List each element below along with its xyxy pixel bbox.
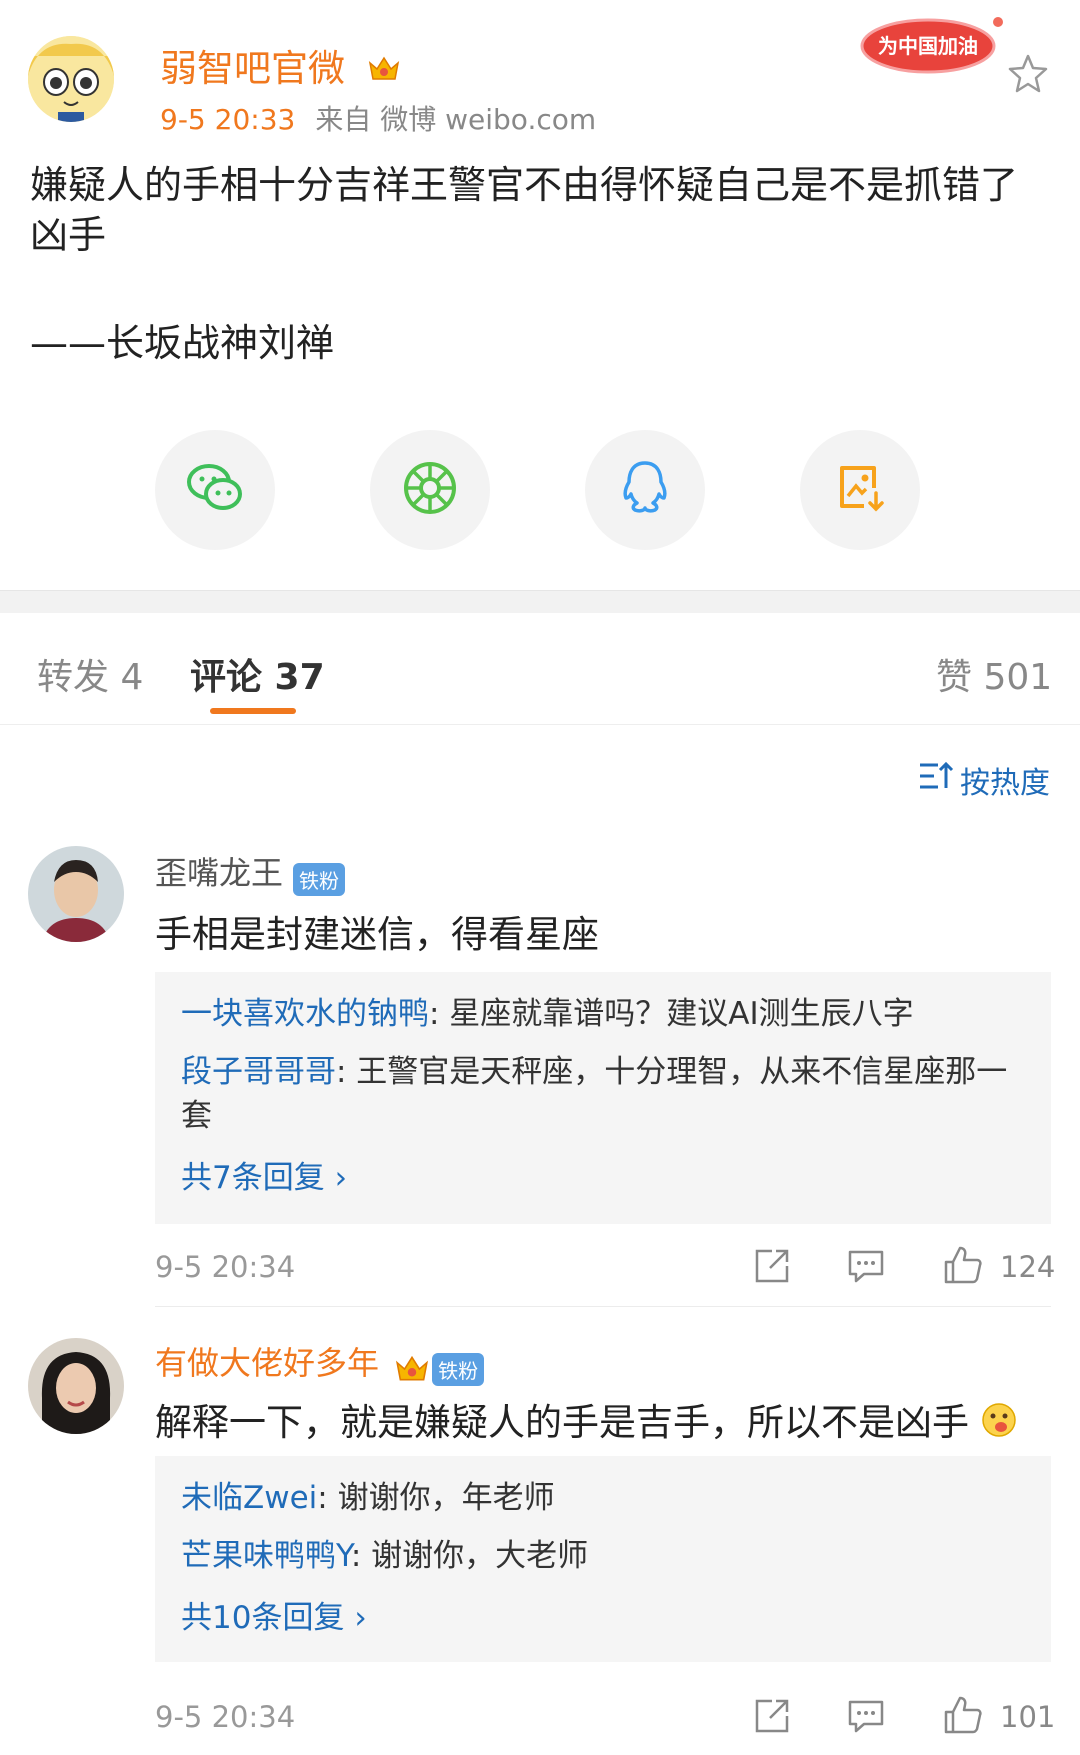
reply-comment-icon[interactable] — [846, 1696, 886, 1736]
sort-label: 按热度 — [960, 766, 1050, 801]
save-image-icon — [834, 462, 886, 518]
comment-author-row: 歪嘴龙王 铁粉 — [155, 848, 346, 896]
sort-by-hot-button[interactable]: 按热度 — [918, 758, 1050, 802]
comment-time: 9-5 20:34 — [155, 1250, 296, 1284]
reply-author-name[interactable]: 未临Zwei — [181, 1480, 317, 1516]
reply-preview-box[interactable]: 未临Zwei: 谢谢你，年老师 芒果味鸭鸭Y: 谢谢你，大老师 共10条回复 › — [155, 1456, 1051, 1662]
comment-text-content: 解释一下，就是嫌疑人的手是吉手，所以不是凶手 — [155, 1401, 969, 1444]
more-replies-label: 共10条回复 — [181, 1600, 345, 1636]
reply-text: : 星座就靠谱吗？建议AI测生辰八字 — [429, 996, 914, 1032]
commenter-avatar[interactable] — [28, 1338, 124, 1434]
like-count: 124 — [1000, 1250, 1056, 1284]
reply-item[interactable]: 未临Zwei: 谢谢你，年老师 — [181, 1476, 1025, 1520]
tabs-divider — [0, 724, 1080, 725]
view-all-replies-link[interactable]: 共10条回复 › — [181, 1592, 1025, 1637]
post-author-name[interactable]: 弱智吧官微 — [160, 38, 401, 92]
comment-text: 手相是封建迷信，得看星座 — [155, 913, 599, 956]
reply-text: : 谢谢你，年老师 — [317, 1480, 555, 1516]
author-name-text[interactable]: 弱智吧官微 — [160, 47, 345, 90]
reply-item[interactable]: 一块喜欢水的钠鸭: 星座就靠谱吗？建议AI测生辰八字 — [181, 992, 1025, 1036]
qq-icon — [620, 460, 670, 520]
active-tab-indicator — [210, 708, 296, 714]
tongue-emoji-icon — [981, 1402, 1017, 1447]
save-image-button[interactable] — [800, 430, 920, 550]
comment-author-name[interactable]: 歪嘴龙王 — [155, 854, 283, 892]
sort-icon — [918, 760, 954, 800]
share-comment-icon[interactable] — [752, 1246, 792, 1286]
tab-like[interactable]: 赞 501 — [936, 648, 1052, 700]
like-thumb-icon[interactable] — [942, 1694, 982, 1734]
commenter-avatar[interactable] — [28, 846, 124, 942]
more-replies-label: 共7条回复 — [181, 1160, 325, 1196]
post-source: 来自 微博 weibo.com — [315, 103, 597, 136]
reply-item[interactable]: 芒果味鸭鸭Y: 谢谢你，大老师 — [181, 1534, 1025, 1578]
comment-author-name[interactable]: 有做大佬好多年 — [155, 1344, 379, 1382]
chevron-right-icon: › — [334, 1160, 347, 1196]
post-text-content: 嫌疑人的手相十分吉祥王警官不由得怀疑自己是不是抓错了凶手 — [30, 163, 1019, 257]
moments-icon — [402, 460, 458, 520]
china-cheer-badge: 为中国加油 — [858, 10, 1013, 80]
reply-comment-icon[interactable] — [846, 1246, 886, 1286]
share-moments-button[interactable] — [370, 430, 490, 550]
wechat-icon — [185, 462, 245, 518]
post-text: 嫌疑人的手相十分吉祥王警官不由得怀疑自己是不是抓错了凶手 — [30, 160, 1040, 260]
comment-text: 解释一下，就是嫌疑人的手是吉手，所以不是凶手 — [155, 1392, 1017, 1447]
comment-divider — [155, 1306, 1051, 1307]
tab-repost[interactable]: 转发 4 — [37, 648, 143, 700]
comment-author-row: 有做大佬好多年 铁粉 — [155, 1338, 485, 1388]
reply-text: : 谢谢你，大老师 — [350, 1538, 589, 1574]
favorite-star-icon[interactable] — [1006, 52, 1050, 96]
author-avatar[interactable] — [28, 36, 114, 122]
reply-author-name[interactable]: 一块喜欢水的钠鸭 — [181, 996, 429, 1032]
like-thumb-icon[interactable] — [942, 1244, 982, 1284]
crown-icon — [394, 1352, 430, 1388]
comment-time: 9-5 20:34 — [155, 1700, 296, 1734]
chevron-right-icon: › — [354, 1600, 367, 1636]
share-qq-button[interactable] — [585, 430, 705, 550]
tab-comment[interactable]: 评论 37 — [190, 648, 325, 700]
share-wechat-button[interactable] — [155, 430, 275, 550]
reply-item[interactable]: 段子哥哥哥: 王警官是天秤座，十分理智，从来不信星座那一套 — [181, 1050, 1025, 1138]
badge-text: 为中国加油 — [878, 34, 978, 58]
like-count: 101 — [1000, 1700, 1056, 1734]
share-comment-icon[interactable] — [752, 1696, 792, 1736]
crown-icon — [367, 49, 401, 92]
reply-preview-box[interactable]: 一块喜欢水的钠鸭: 星座就靠谱吗？建议AI测生辰八字 段子哥哥哥: 王警官是天秤… — [155, 972, 1051, 1224]
view-all-replies-link[interactable]: 共7条回复 › — [181, 1152, 1025, 1197]
post-meta: 9-5 20:33 来自 微博 weibo.com — [160, 98, 596, 138]
fan-badge: 铁粉 — [293, 863, 346, 896]
section-divider — [0, 590, 1080, 613]
reply-author-name[interactable]: 段子哥哥哥 — [181, 1054, 336, 1090]
reply-author-name[interactable]: 芒果味鸭鸭Y — [181, 1538, 351, 1574]
fan-badge: 铁粉 — [432, 1353, 485, 1386]
post-time: 9-5 20:33 — [160, 103, 296, 136]
post-signature: ——长坂战神刘禅 — [30, 321, 335, 365]
